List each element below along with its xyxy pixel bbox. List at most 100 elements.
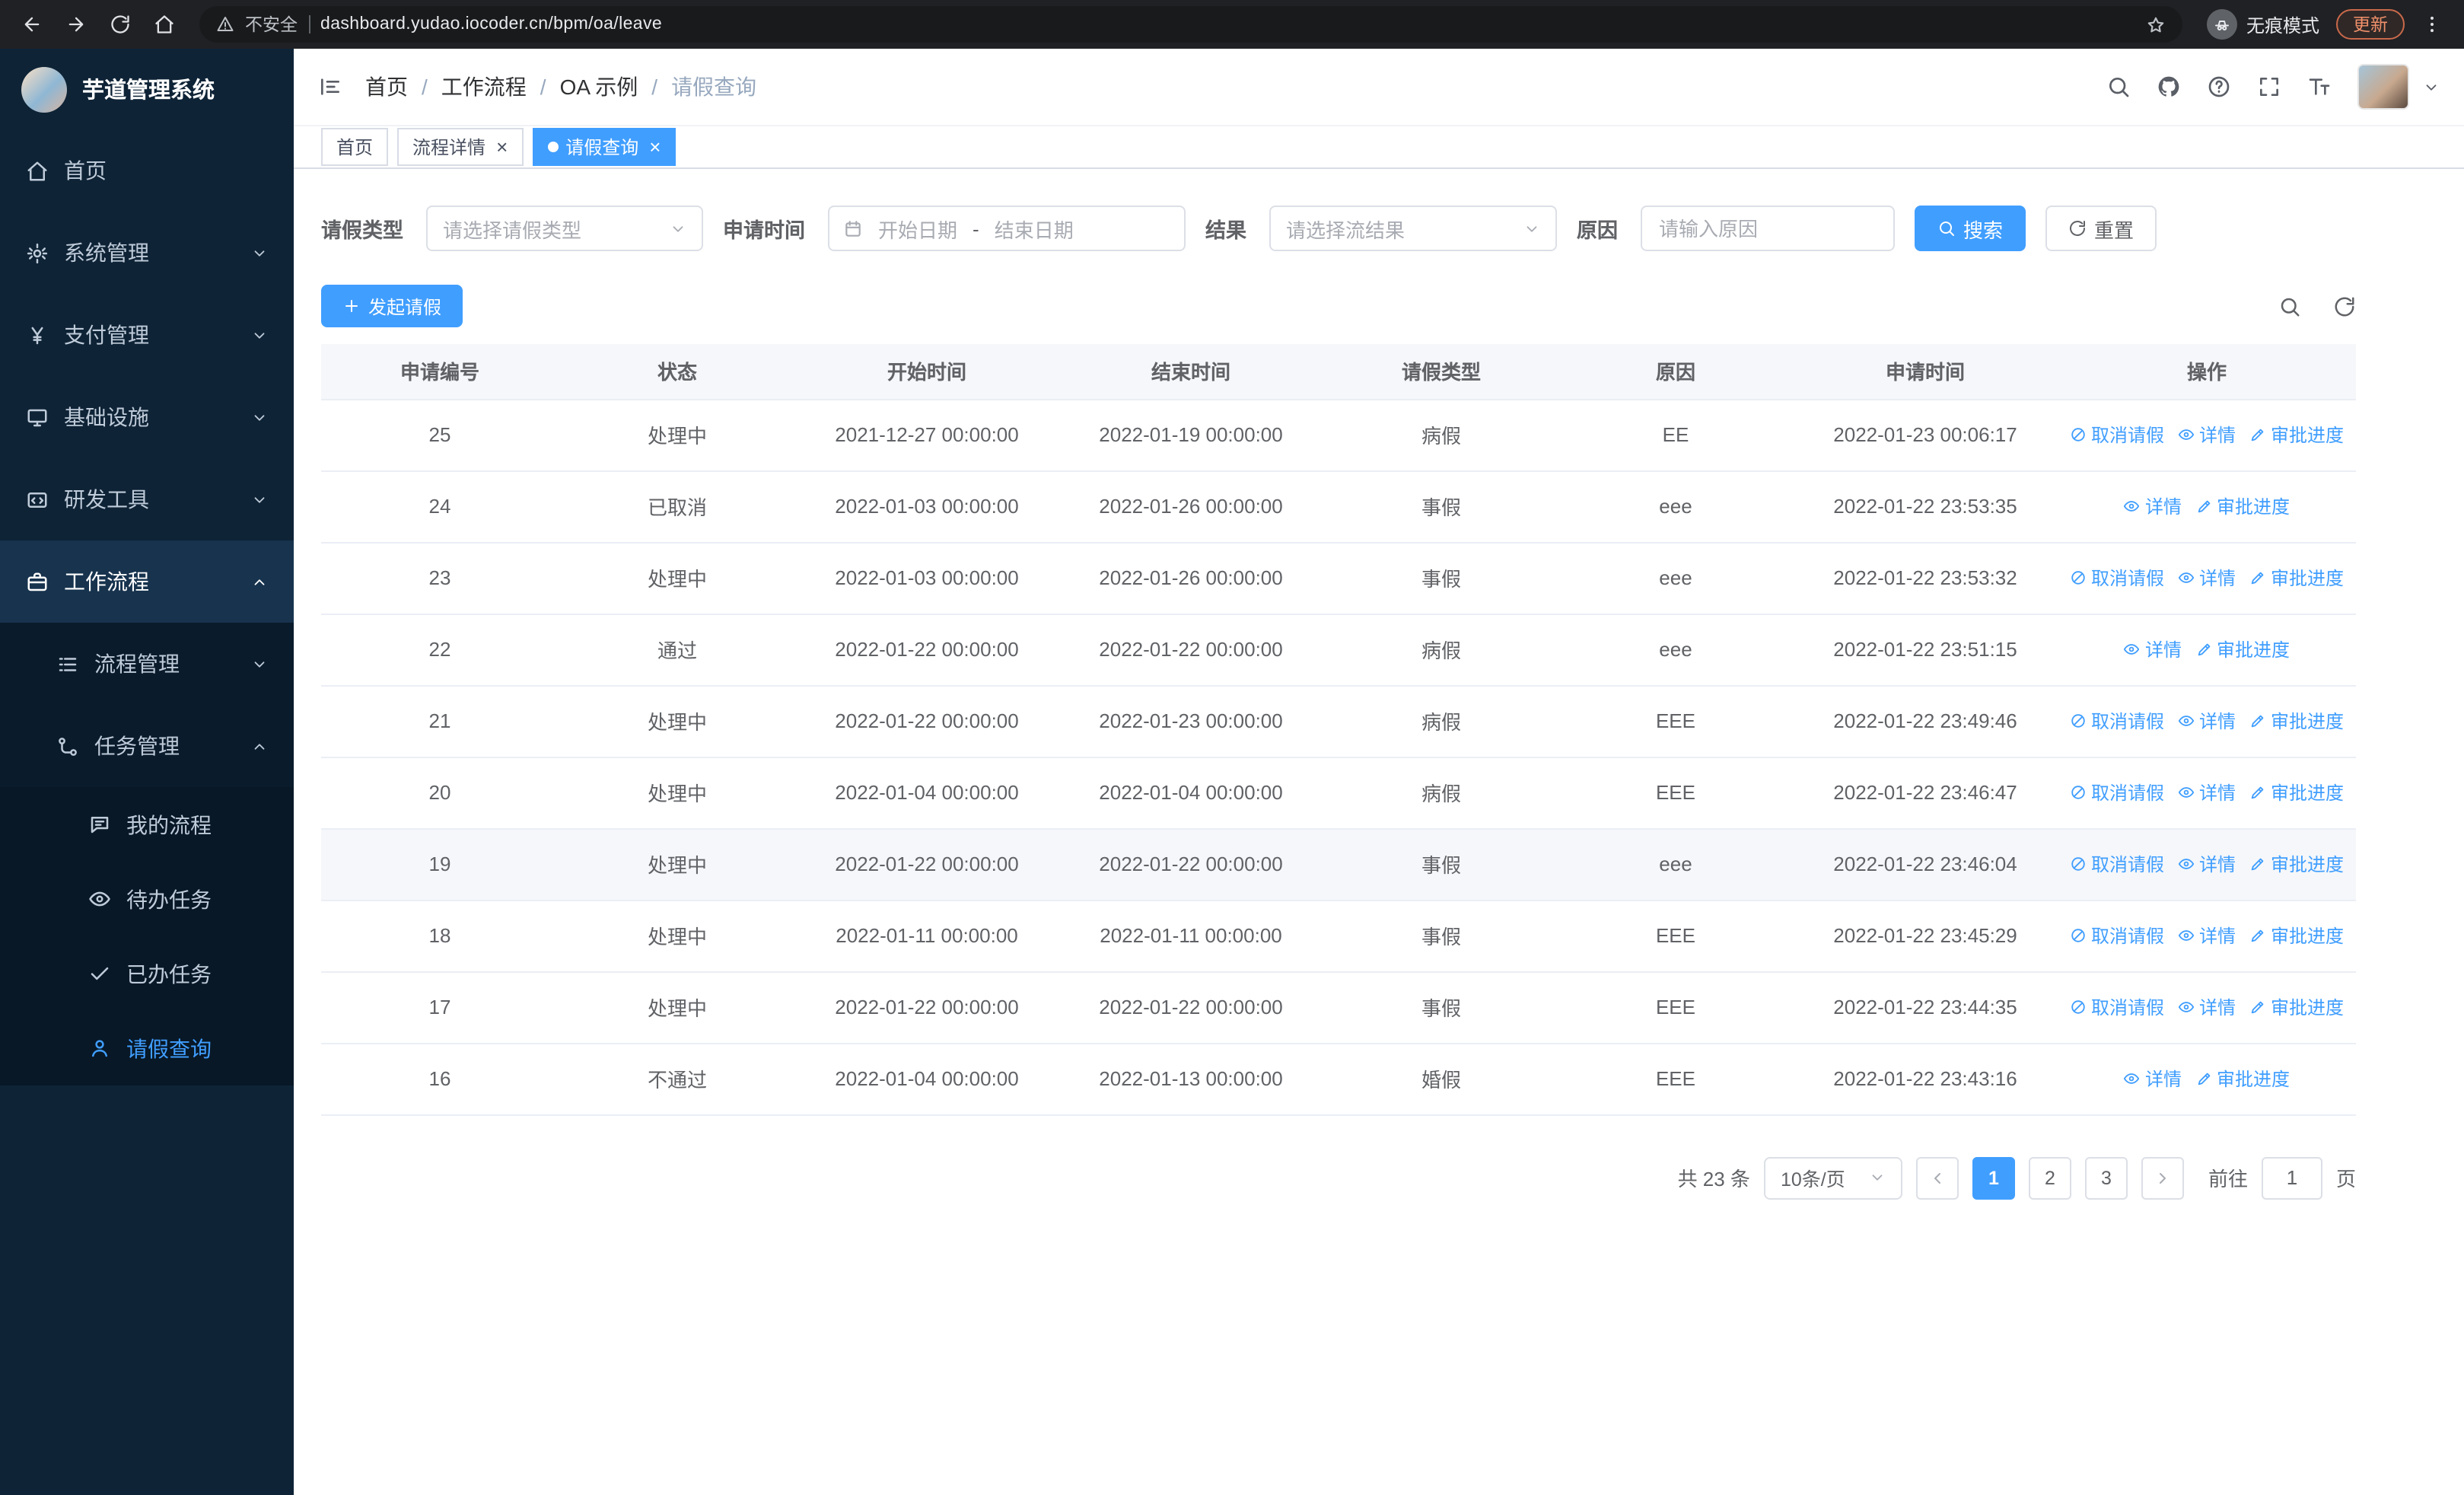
cell-apply-time: 2022-01-22 23:45:29 — [1793, 900, 2058, 972]
github-icon[interactable] — [2157, 75, 2181, 99]
sidebar-item-yen[interactable]: 支付管理 — [0, 294, 294, 376]
browser-refresh-button[interactable] — [103, 8, 137, 41]
sidebar-item-my-process[interactable]: 我的流程 — [0, 787, 294, 862]
next-page-button[interactable] — [2141, 1156, 2184, 1199]
font-size-icon[interactable] — [2307, 75, 2332, 99]
action-cancel[interactable]: 取消请假 — [2070, 708, 2164, 734]
bookmark-star-icon[interactable] — [2146, 14, 2166, 34]
action-progress[interactable]: 审批进度 — [2249, 994, 2344, 1020]
cell-end-time: 2022-01-22 00:00:00 — [1058, 971, 1324, 1044]
action-cancel[interactable]: 取消请假 — [2070, 851, 2164, 877]
action-progress[interactable]: 审批进度 — [2249, 708, 2344, 734]
tab-close-icon[interactable]: × — [496, 137, 508, 157]
sidebar-item-process[interactable]: 流程管理 — [0, 623, 294, 705]
sidebar-item-gear[interactable]: 系统管理 — [0, 212, 294, 294]
collapse-sidebar-icon[interactable] — [318, 75, 342, 99]
cell-actions: 详情 审批进度 — [2058, 1043, 2356, 1115]
action-detail[interactable]: 详情 — [2178, 708, 2236, 734]
start-date-placeholder[interactable]: 开始日期 — [878, 214, 957, 243]
action-detail[interactable]: 详情 — [2124, 493, 2182, 519]
action-detail[interactable]: 详情 — [2178, 422, 2236, 448]
tab-0[interactable]: 首页 — [321, 128, 389, 166]
sidebar-item-infra[interactable]: 基础设施 — [0, 376, 294, 458]
app-title: 芋道管理系统 — [82, 79, 215, 104]
edit-icon — [2249, 927, 2266, 944]
goto-page-input[interactable] — [2261, 1156, 2322, 1199]
tab-2[interactable]: 请假查询 × — [532, 128, 676, 166]
help-icon[interactable] — [2207, 75, 2231, 99]
sidebar-item-done[interactable]: 已办任务 — [0, 936, 294, 1011]
action-progress[interactable]: 审批进度 — [2195, 493, 2290, 519]
caret-down-icon[interactable] — [2423, 78, 2440, 96]
sidebar-item-todo[interactable]: 待办任务 — [0, 862, 294, 936]
action-detail[interactable]: 详情 — [2178, 851, 2236, 877]
cell-reason: eee — [1558, 614, 1793, 686]
page-button-1[interactable]: 1 — [1972, 1156, 2015, 1199]
action-cancel[interactable]: 取消请假 — [2070, 779, 2164, 805]
breadcrumb-separator: / — [540, 75, 546, 99]
table-refresh-icon[interactable] — [2333, 295, 2356, 317]
page-button-2[interactable]: 2 — [2028, 1156, 2071, 1199]
warning-icon — [216, 15, 234, 33]
breadcrumb-item[interactable]: 工作流程 — [441, 72, 527, 102]
action-detail[interactable]: 详情 — [2124, 1066, 2182, 1092]
update-button[interactable]: 更新 — [2336, 9, 2405, 40]
sidebar-item-workflow[interactable]: 工作流程 — [0, 540, 294, 623]
security-label[interactable]: 不安全 — [245, 12, 298, 37]
table-search-icon[interactable] — [2278, 295, 2301, 317]
table-tools — [2278, 295, 2356, 317]
reason-input[interactable] — [1641, 206, 1895, 251]
action-progress[interactable]: 审批进度 — [2195, 1066, 2290, 1092]
cell-id: 24 — [321, 470, 559, 543]
action-detail[interactable]: 详情 — [2178, 994, 2236, 1020]
action-cancel[interactable]: 取消请假 — [2070, 923, 2164, 948]
page-size-select[interactable]: 10条/页 — [1763, 1156, 1902, 1199]
action-progress[interactable]: 审批进度 — [2249, 779, 2344, 805]
search-button[interactable]: 搜索 — [1915, 206, 2026, 251]
leave-icon — [88, 1037, 111, 1060]
action-cancel[interactable]: 取消请假 — [2070, 994, 2164, 1020]
app-logo[interactable]: 芋道管理系统 — [0, 49, 294, 129]
fullscreen-icon[interactable] — [2257, 75, 2281, 99]
task-icon — [56, 735, 79, 757]
action-detail[interactable]: 详情 — [2178, 779, 2236, 805]
breadcrumb-item[interactable]: 首页 — [365, 72, 408, 102]
action-detail[interactable]: 详情 — [2124, 636, 2182, 662]
incognito-label: 无痕模式 — [2246, 14, 2319, 36]
breadcrumb-item[interactable]: OA 示例 — [560, 72, 638, 102]
browser-menu-icon[interactable] — [2415, 8, 2449, 41]
action-progress[interactable]: 审批进度 — [2249, 923, 2344, 948]
apply-time-range-picker[interactable]: 开始日期 - 结束日期 — [828, 206, 1186, 251]
page-button-3[interactable]: 3 — [2084, 1156, 2128, 1199]
browser-home-button[interactable] — [148, 8, 181, 41]
action-progress[interactable]: 审批进度 — [2249, 422, 2344, 448]
cell-actions: 取消请假 详情 审批进度 — [2058, 757, 2356, 829]
sidebar-item-task[interactable]: 任务管理 — [0, 705, 294, 787]
action-detail[interactable]: 详情 — [2178, 565, 2236, 591]
create-leave-button[interactable]: 发起请假 — [321, 285, 463, 327]
prev-page-button[interactable] — [1915, 1156, 1959, 1199]
action-cancel[interactable]: 取消请假 — [2070, 422, 2164, 448]
user-avatar[interactable] — [2357, 64, 2409, 110]
sidebar-item-leave[interactable]: 请假查询 — [0, 1011, 294, 1085]
cell-end-time: 2022-01-19 00:00:00 — [1058, 399, 1324, 471]
reset-button[interactable]: 重置 — [2045, 206, 2157, 251]
sidebar-item-home[interactable]: 首页 — [0, 129, 294, 212]
browser-forward-button[interactable] — [59, 8, 93, 41]
action-progress[interactable]: 审批进度 — [2249, 851, 2344, 877]
result-select[interactable]: 请选择流结果 — [1269, 206, 1557, 251]
tab-1[interactable]: 流程详情 × — [397, 128, 524, 166]
action-progress[interactable]: 审批进度 — [2195, 636, 2290, 662]
action-detail[interactable]: 详情 — [2178, 923, 2236, 948]
cell-leave-type: 事假 — [1324, 542, 1558, 614]
end-date-placeholder[interactable]: 结束日期 — [995, 214, 1074, 243]
tab-close-icon[interactable]: × — [649, 137, 661, 157]
search-icon[interactable] — [2106, 75, 2131, 99]
sidebar-item-tools[interactable]: 研发工具 — [0, 458, 294, 540]
edit-icon — [2249, 426, 2266, 443]
address-bar[interactable]: 不安全 dashboard.yudao.iocoder.cn/bpm/oa/le… — [199, 6, 2182, 43]
leave-type-select[interactable]: 请选择请假类型 — [426, 206, 703, 251]
action-cancel[interactable]: 取消请假 — [2070, 565, 2164, 591]
action-progress[interactable]: 审批进度 — [2249, 565, 2344, 591]
browser-back-button[interactable] — [15, 8, 49, 41]
